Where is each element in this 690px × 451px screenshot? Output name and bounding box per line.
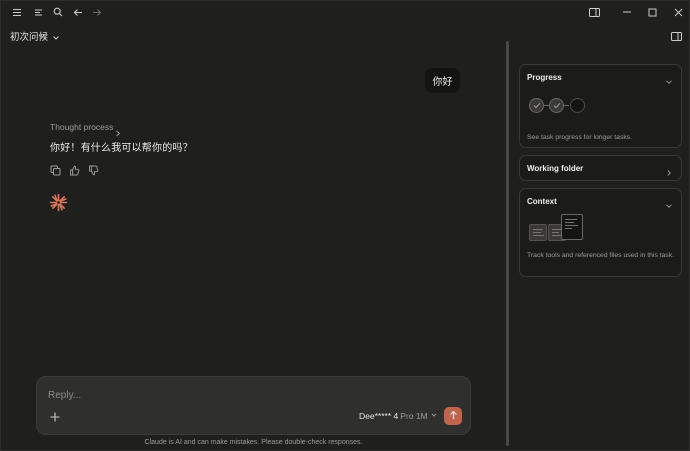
list-icon[interactable]	[31, 5, 45, 19]
minimize-icon[interactable]	[620, 5, 634, 19]
title-bar	[1, 1, 690, 23]
assistant-message-text: 你好！有什么我可以帮你的吗？	[50, 143, 193, 154]
disclaimer-text: Claude is AI and can make mistakes. Plea…	[144, 439, 363, 446]
chevron-down-icon[interactable]	[665, 197, 673, 215]
reply-input[interactable]	[48, 388, 348, 402]
hamburger-menu-icon[interactable]	[10, 5, 24, 19]
message-actions	[50, 163, 99, 176]
progress-card: Progress See task progress for longer ta…	[519, 64, 682, 148]
progress-connector	[564, 105, 569, 106]
working-folder-card[interactable]: Working folder	[519, 155, 682, 181]
context-title: Context	[527, 197, 557, 206]
search-icon[interactable]	[51, 5, 65, 19]
side-panel-toggle-icon[interactable]	[669, 29, 683, 43]
composer-box	[36, 376, 471, 435]
thumbs-up-icon[interactable]	[69, 163, 80, 176]
chevron-down-icon	[430, 411, 438, 421]
send-button[interactable]	[444, 407, 462, 425]
claude-spark-icon	[49, 193, 68, 212]
arrow-left-icon[interactable]	[71, 5, 85, 19]
model-plan: Pro 1M	[400, 411, 428, 421]
thumbs-down-icon[interactable]	[88, 163, 99, 176]
user-message-text: 你好	[432, 77, 453, 88]
context-card: Context Track tools and referenced files…	[519, 188, 682, 277]
maximize-icon[interactable]	[645, 5, 659, 19]
arrow-right-icon[interactable]	[90, 5, 104, 19]
context-description: Track tools and referenced files used in…	[527, 252, 675, 259]
close-icon[interactable]	[671, 5, 685, 19]
copy-icon[interactable]	[50, 163, 61, 176]
conversation-title[interactable]: 初次问候	[10, 29, 48, 43]
chevron-down-icon[interactable]	[665, 73, 673, 91]
progress-title: Progress	[527, 73, 562, 82]
progress-step-pending	[570, 98, 585, 113]
progress-description: See task progress for longer tasks.	[527, 134, 633, 141]
thought-process-toggle[interactable]: Thought process	[50, 122, 113, 132]
chat-scrollbar[interactable]	[506, 41, 509, 446]
chevron-right-icon[interactable]	[665, 164, 673, 182]
arrow-up-icon	[449, 407, 458, 425]
panel-toggle-icon[interactable]	[587, 5, 601, 19]
progress-step-done	[529, 98, 544, 113]
working-folder-title: Working folder	[527, 164, 584, 173]
user-message-bubble: 你好	[425, 68, 460, 93]
chevron-down-icon[interactable]	[51, 30, 61, 40]
model-name: Dee***** 4	[359, 411, 399, 421]
file-thumbnail-front	[561, 214, 583, 240]
app-window: 初次问候 你好 Thought process 你好！有什么我可以帮你的吗？ R…	[0, 0, 690, 451]
plus-icon[interactable]	[49, 410, 61, 422]
model-selector[interactable]: Dee***** 4 Pro 1M	[359, 411, 438, 421]
progress-step-done	[549, 98, 564, 113]
file-thumbnail	[529, 224, 547, 241]
